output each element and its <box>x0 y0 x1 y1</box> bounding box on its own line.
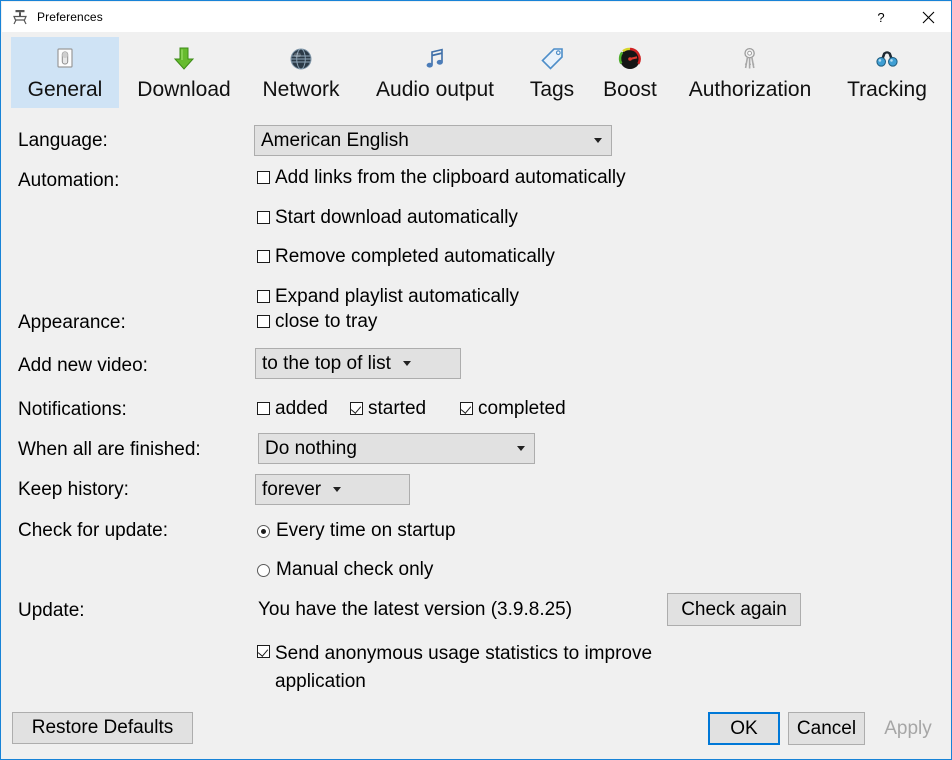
language-dropdown[interactable]: American English <box>254 125 612 156</box>
when-all-finished-label: When all are finished: <box>18 439 201 460</box>
cancel-button[interactable]: Cancel <box>788 712 865 745</box>
checkbox-close-to-tray[interactable]: close to tray <box>257 309 377 335</box>
checkbox-box <box>257 315 270 328</box>
checkbox-start-download-automatically[interactable]: Start download automatically <box>257 205 518 231</box>
radio-label: Every time on startup <box>276 520 456 541</box>
checkbox-remove-completed-automatically[interactable]: Remove completed automatically <box>257 244 555 270</box>
checkbox-label: Expand playlist automatically <box>275 286 519 307</box>
speedometer-icon <box>616 43 644 75</box>
chevron-down-icon <box>517 446 525 451</box>
automation-label: Automation: <box>18 170 120 191</box>
checkbox-label: added <box>275 398 328 419</box>
checkbox-label: close to tray <box>275 311 378 332</box>
chevron-down-icon <box>594 138 602 143</box>
tab-download[interactable]: Download <box>124 37 244 108</box>
radio-manual-check-only[interactable]: Manual check only <box>257 558 433 582</box>
tab-tracking-label: Tracking <box>847 78 927 101</box>
checkbox-box <box>257 290 270 303</box>
window-title: Preferences <box>37 10 103 24</box>
language-value: American English <box>261 129 409 151</box>
radio-box <box>257 563 270 577</box>
radio-label: Manual check only <box>276 559 434 580</box>
checkbox-notify-completed[interactable]: completed <box>460 396 566 422</box>
apply-button: Apply <box>873 712 943 745</box>
checkbox-add-links-from-clipboard[interactable]: Add links from the clipboard automatical… <box>257 165 626 191</box>
when-all-finished-dropdown[interactable]: Do nothing <box>258 433 535 464</box>
preferences-window: Preferences ? General Download Network A… <box>0 0 952 760</box>
tab-audio-output[interactable]: Audio output <box>358 37 512 108</box>
tab-network-label: Network <box>262 78 340 101</box>
add-new-video-label: Add new video: <box>18 355 148 376</box>
keep-history-dropdown[interactable]: forever <box>255 474 410 505</box>
radio-box <box>257 524 270 538</box>
chevron-down-icon <box>333 487 342 492</box>
appearance-label: Appearance: <box>18 312 126 333</box>
keep-history-label: Keep history: <box>18 479 129 500</box>
download-arrow-icon <box>170 43 198 75</box>
chevron-down-icon <box>402 361 411 366</box>
help-button[interactable]: ? <box>858 2 904 32</box>
tab-tracking[interactable]: Tracking <box>831 37 943 108</box>
checkbox-label: Send anonymous usage statistics to impro… <box>275 643 653 692</box>
close-icon[interactable] <box>904 2 951 32</box>
add-new-video-value: to the top of list <box>262 352 391 374</box>
keys-icon <box>736 43 764 75</box>
notifications-label: Notifications: <box>18 399 127 420</box>
app-icon <box>11 8 29 26</box>
tab-authorization-label: Authorization <box>688 78 812 101</box>
checkbox-label: Remove completed automatically <box>275 246 555 267</box>
checkbox-box <box>257 250 270 263</box>
checkbox-notify-started[interactable]: started <box>350 396 426 422</box>
checkbox-send-anonymous-statistics[interactable]: Send anonymous usage statistics to impro… <box>257 640 677 696</box>
tab-boost[interactable]: Boost <box>591 37 669 108</box>
checkbox-box <box>257 211 270 224</box>
tab-general-label: General <box>27 78 103 101</box>
switch-icon <box>51 43 79 75</box>
preferences-form: Language: American English Automation: A… <box>2 113 951 701</box>
add-new-video-dropdown[interactable]: to the top of list <box>255 348 461 379</box>
tab-download-label: Download <box>137 78 231 101</box>
music-note-icon <box>421 43 449 75</box>
tab-strip: General Download Network Audio output Ta… <box>2 32 951 114</box>
checkbox-box <box>257 402 270 415</box>
restore-defaults-button[interactable]: Restore Defaults <box>12 712 193 744</box>
when-all-finished-value: Do nothing <box>265 437 357 459</box>
globe-icon <box>287 43 315 75</box>
tab-audio-output-label: Audio output <box>376 78 494 101</box>
tab-tags-label: Tags <box>529 78 575 101</box>
dialog-footer: Restore Defaults OK Cancel Apply <box>2 701 951 759</box>
tag-icon <box>538 43 566 75</box>
checkbox-label: completed <box>478 398 566 419</box>
tab-general[interactable]: General <box>11 37 119 108</box>
binoculars-icon <box>873 43 901 75</box>
keep-history-value: forever <box>262 478 322 500</box>
checkbox-label: Start download automatically <box>275 207 518 228</box>
tab-network[interactable]: Network <box>249 37 353 108</box>
check-for-update-label: Check for update: <box>18 520 168 541</box>
checkbox-label: Add links from the clipboard automatical… <box>275 167 626 188</box>
checkbox-label: started <box>368 398 427 419</box>
check-again-button[interactable]: Check again <box>667 593 801 626</box>
checkbox-notify-added[interactable]: added <box>257 396 328 422</box>
checkbox-box <box>257 171 270 184</box>
checkbox-expand-playlist-automatically[interactable]: Expand playlist automatically <box>257 284 519 310</box>
checkbox-box <box>460 402 473 415</box>
checkbox-box <box>257 645 270 658</box>
update-status-text: You have the latest version (3.9.8.25) <box>258 599 573 620</box>
title-bar: Preferences ? <box>2 2 951 32</box>
ok-button[interactable]: OK <box>708 712 780 745</box>
window-controls: ? <box>858 2 951 32</box>
tab-tags[interactable]: Tags <box>518 37 586 108</box>
radio-every-time-on-startup[interactable]: Every time on startup <box>257 519 456 543</box>
tab-authorization[interactable]: Authorization <box>674 37 826 108</box>
language-label: Language: <box>18 130 108 151</box>
tab-boost-label: Boost <box>603 78 657 101</box>
update-label: Update: <box>18 600 85 621</box>
checkbox-box <box>350 402 363 415</box>
